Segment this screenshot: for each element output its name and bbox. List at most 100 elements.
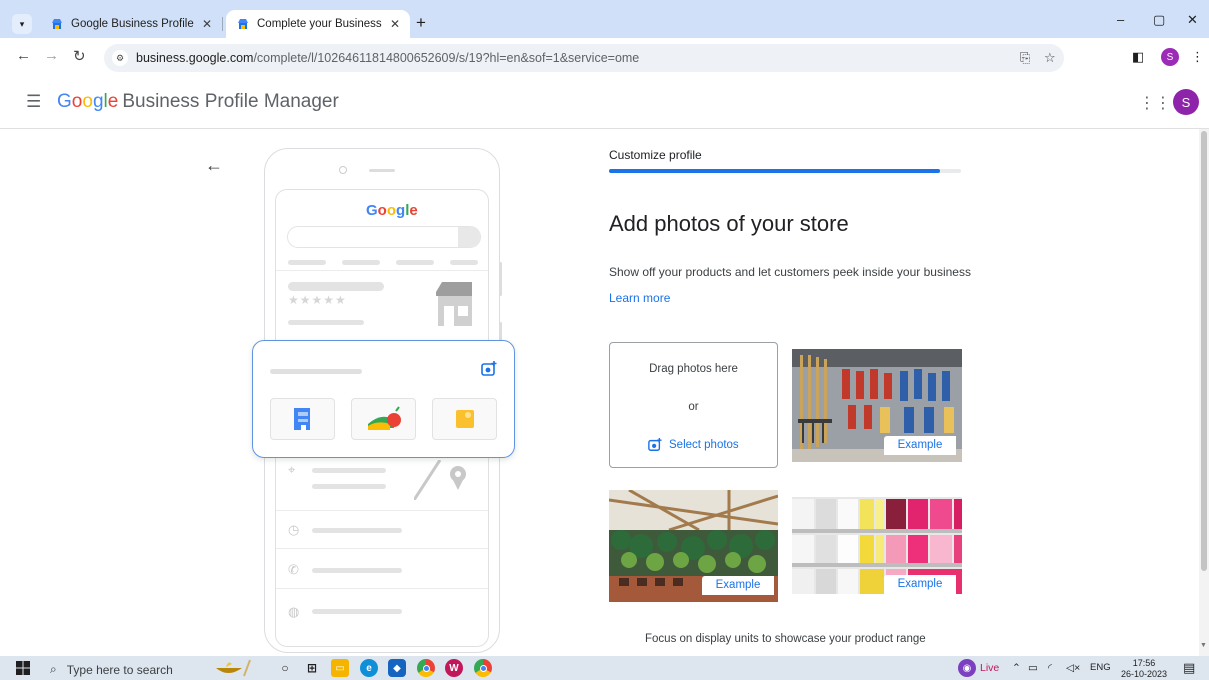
page-scrollbar-thumb[interactable]: [1201, 131, 1207, 571]
package-icon: [455, 410, 474, 428]
forward-arrow-icon[interactable]: →: [44, 47, 59, 64]
windows-taskbar: ⌕ Type here to search ○ ⊞ ▭ e ◆ W ◉ Live…: [0, 656, 1209, 680]
new-tab-button[interactable]: +: [416, 14, 426, 32]
chrome-icon[interactable]: [417, 659, 435, 677]
edge-browser-icon[interactable]: e: [360, 659, 378, 677]
file-explorer-icon[interactable]: ▭: [331, 659, 349, 677]
battery-icon[interactable]: ▭: [1028, 662, 1038, 674]
app-icon[interactable]: W: [445, 659, 463, 677]
divider: [276, 548, 488, 549]
photo-dropzone[interactable]: Drag photos here or Select photos: [609, 342, 778, 468]
building-icon: [293, 408, 310, 430]
tray-chevron-up-icon[interactable]: ⌃: [1012, 662, 1021, 674]
diwali-lamp-icon[interactable]: [214, 658, 252, 678]
placeholder-bar: [312, 609, 402, 614]
taskbar-clock[interactable]: 17:56 26-10-2023: [1121, 658, 1167, 680]
location-pin-icon: ⌖: [288, 462, 296, 477]
browser-toolbar: ← → ↻ ⚙ business.google.com/complete/l/1…: [0, 38, 1209, 76]
windows-start-icon[interactable]: [16, 661, 30, 675]
example-photo-candles: Example: [792, 497, 962, 594]
placeholder-bar: [312, 528, 402, 533]
install-app-icon[interactable]: ⎘: [1020, 50, 1030, 66]
placeholder-bar: [288, 282, 384, 291]
hamburger-menu-icon[interactable]: ☰: [26, 92, 41, 112]
browser-tab-complete-profile[interactable]: Complete your Business Profile ✕: [226, 10, 410, 38]
side-panel-icon[interactable]: ◧: [1132, 49, 1144, 65]
phone-call-icon: ✆: [288, 562, 299, 577]
phone-side-button: [499, 322, 502, 342]
account-avatar[interactable]: S: [1173, 89, 1199, 115]
store-icon[interactable]: ◆: [388, 659, 406, 677]
wifi-icon[interactable]: ◜: [1048, 662, 1052, 674]
photo-card-illustration: [252, 340, 515, 458]
browser-tab-gbp-home[interactable]: Google Business Profile – Get L ✕: [40, 10, 222, 38]
volume-muted-icon[interactable]: ◁×: [1066, 662, 1080, 674]
brand-logo[interactable]: Google Business Profile Manager: [57, 91, 339, 113]
minimize-button[interactable]: –: [1117, 12, 1124, 27]
clock-icon: ◷: [288, 522, 300, 537]
fruit-icon: [367, 406, 401, 430]
close-window-button[interactable]: ✕: [1187, 12, 1198, 28]
product-name: Business Profile Manager: [122, 91, 339, 112]
maximize-button[interactable]: ▢: [1153, 12, 1165, 28]
add-photo-icon: [481, 361, 497, 376]
scroll-down-arrow-icon[interactable]: ▼: [1200, 642, 1207, 649]
placeholder-bar: [450, 260, 478, 265]
placeholder-bar: [288, 320, 364, 325]
search-icon: [458, 227, 480, 247]
page-subtitle: Show off your products and let customers…: [609, 265, 971, 279]
tab-title: Complete your Business Profile: [257, 18, 382, 30]
placeholder-bar: [342, 260, 380, 265]
live-label[interactable]: Live: [980, 662, 999, 674]
reload-icon[interactable]: ↻: [73, 47, 86, 65]
more-menu-icon[interactable]: ⋮: [1191, 49, 1204, 65]
placeholder-bar: [312, 468, 386, 473]
example-label: Example: [884, 575, 956, 594]
bookmark-star-icon[interactable]: ☆: [1044, 50, 1056, 66]
rating-stars-icon: ★★★★★: [288, 293, 347, 307]
placeholder-bar: [312, 484, 386, 489]
address-bar[interactable]: ⚙ business.google.com/complete/l/1026461…: [104, 44, 1064, 72]
url-text[interactable]: business.google.com/complete/l/102646118…: [136, 51, 639, 65]
map-icon: [414, 460, 466, 500]
divider: [276, 270, 488, 271]
produce-thumb: [351, 398, 416, 440]
cortana-icon[interactable]: ○: [276, 659, 294, 677]
close-icon[interactable]: ✕: [202, 17, 212, 31]
notification-icon[interactable]: ▤: [1183, 660, 1195, 676]
clock-date: 26-10-2023: [1121, 669, 1168, 679]
google-wordmark: Google: [57, 91, 119, 112]
step-label: Customize profile: [609, 148, 702, 162]
phone-speaker: [369, 169, 395, 172]
select-photos-button[interactable]: Select photos: [648, 438, 739, 452]
task-view-icon[interactable]: ⊞: [303, 659, 321, 677]
select-photos-label: Select photos: [669, 439, 739, 451]
add-photo-icon: [648, 438, 662, 451]
language-indicator[interactable]: ENG: [1090, 662, 1111, 673]
page-title: Add photos of your store: [609, 211, 849, 236]
back-arrow-icon[interactable]: ←: [205, 155, 223, 176]
footer-note: Focus on display units to showcase your …: [645, 633, 926, 645]
mini-search-bar: [287, 226, 481, 248]
taskbar-search[interactable]: ⌕ Type here to search: [50, 662, 173, 677]
close-icon[interactable]: ✕: [390, 17, 400, 31]
storefront-icon: [436, 282, 472, 326]
globe-icon: ◍: [288, 604, 300, 619]
building-thumb: [270, 398, 335, 440]
chrome-icon[interactable]: [474, 659, 492, 677]
tab-search-button[interactable]: ▾: [12, 14, 32, 34]
browser-profile-avatar[interactable]: S: [1161, 48, 1179, 66]
mini-google-logo: Google: [366, 202, 418, 219]
tab-divider: [222, 17, 223, 31]
product-thumb: [432, 398, 497, 440]
live-icon[interactable]: ◉: [958, 659, 976, 677]
site-info-icon[interactable]: ⚙: [112, 50, 128, 66]
url-host: business.google.com: [136, 51, 254, 65]
chevron-down-icon: ▾: [19, 18, 25, 29]
placeholder-bar: [288, 260, 326, 265]
learn-more-link[interactable]: Learn more: [609, 291, 670, 305]
back-arrow-icon[interactable]: ←: [16, 47, 31, 64]
drag-photos-text: Drag photos here: [649, 363, 738, 375]
app-header: ☰ Google Business Profile Manager ⋮⋮⋮ S: [0, 76, 1209, 129]
example-photo-nursery: Example: [609, 490, 778, 602]
